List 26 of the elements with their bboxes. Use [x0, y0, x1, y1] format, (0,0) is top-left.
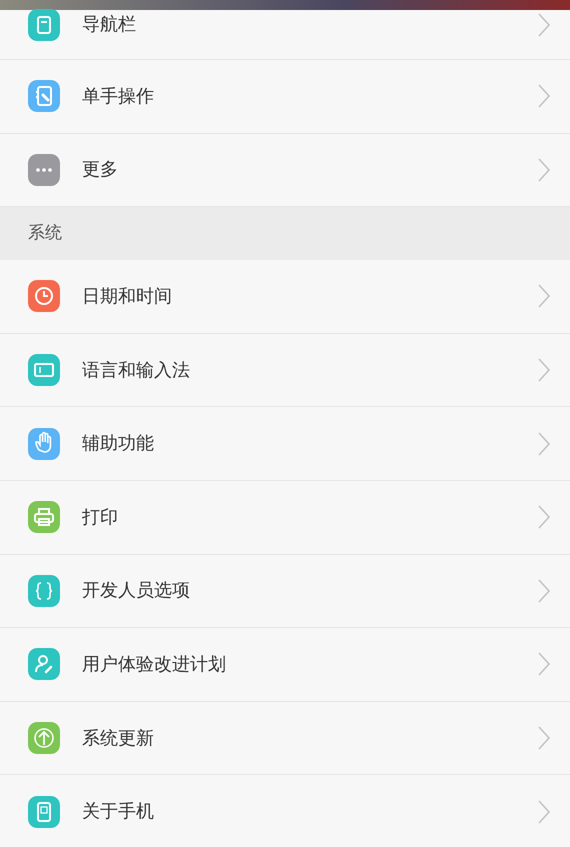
chevron-icon — [538, 578, 550, 603]
item-label: 日期和时间 — [82, 284, 173, 309]
section-header: 系统 — [28, 222, 62, 245]
item-label: 系统更新 — [82, 726, 155, 751]
item-label: 关于手机 — [82, 800, 155, 824]
chevron-icon — [538, 652, 550, 676]
item-label: 用户体验改进计划 — [82, 652, 227, 677]
item-label: 单手操作 — [82, 84, 155, 109]
item-label: 更多 — [82, 158, 119, 182]
item-label: 语言和输入法 — [82, 358, 191, 383]
chevron-icon — [538, 84, 550, 108]
item-label: 导航栏 — [82, 13, 137, 37]
chevron-icon — [538, 432, 550, 456]
chevron-icon — [538, 358, 550, 382]
chevron-icon — [538, 505, 550, 530]
settings-item[interactable]: 开发人员选项 — [0, 554, 570, 628]
item-label: 打印 — [82, 506, 119, 530]
chevron-icon — [538, 284, 550, 308]
chevron-icon — [538, 158, 550, 182]
chevron-icon — [538, 800, 550, 824]
settings-item[interactable]: 导航栏 — [0, 10, 570, 60]
settings-item[interactable]: 更多 — [0, 134, 570, 208]
item-label: 辅助功能 — [82, 432, 155, 456]
item-label: 开发人员选项 — [82, 579, 191, 604]
chevron-icon — [538, 726, 550, 750]
chevron-icon — [538, 12, 550, 36]
